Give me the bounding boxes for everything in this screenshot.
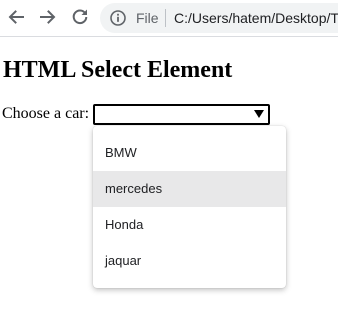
back-button[interactable] bbox=[5, 6, 27, 28]
address-separator bbox=[165, 9, 166, 27]
back-arrow-icon bbox=[8, 10, 24, 24]
dropdown-option[interactable]: jaquar bbox=[93, 243, 286, 279]
dropdown-triangle-icon bbox=[254, 110, 264, 118]
browser-window: File C:/Users/hatem/Desktop/T HTML Selec… bbox=[0, 0, 338, 317]
scheme-label: File bbox=[136, 10, 159, 26]
dropdown-option[interactable]: mercedes bbox=[93, 171, 286, 207]
reload-icon bbox=[72, 9, 88, 25]
url-text[interactable]: C:/Users/hatem/Desktop/T bbox=[174, 10, 338, 26]
dropdown-list: BMW mercedes Honda jaquar bbox=[93, 126, 286, 288]
reload-button[interactable] bbox=[69, 6, 91, 28]
browser-toolbar: File C:/Users/hatem/Desktop/T bbox=[0, 0, 338, 37]
page-title: HTML Select Element bbox=[3, 57, 233, 83]
forward-button[interactable] bbox=[37, 6, 59, 28]
dropdown-option[interactable]: BMW bbox=[93, 135, 286, 171]
forward-arrow-icon bbox=[40, 10, 56, 24]
dropdown-option[interactable]: Honda bbox=[93, 207, 286, 243]
car-select[interactable] bbox=[93, 104, 270, 125]
info-icon[interactable] bbox=[110, 10, 126, 26]
select-label: Choose a car: bbox=[2, 105, 90, 122]
address-bar[interactable]: File C:/Users/hatem/Desktop/T bbox=[100, 3, 338, 33]
